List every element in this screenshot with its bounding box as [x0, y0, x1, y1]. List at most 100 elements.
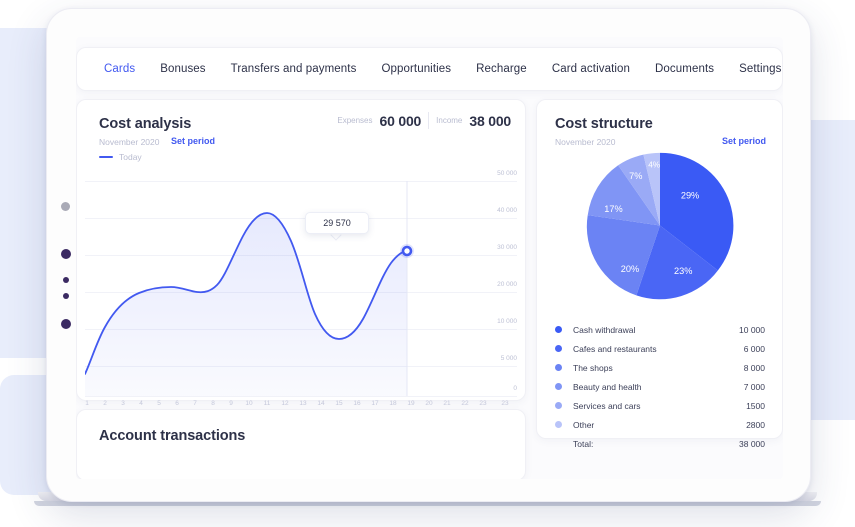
chart-area-fill [85, 213, 407, 396]
cost-analysis-period: November 2020 [99, 137, 160, 147]
pie-label-4: 4% [648, 160, 661, 169]
list-item[interactable]: Other 2800 [555, 415, 765, 434]
nav-item-opportunities[interactable]: Opportunities [381, 63, 451, 75]
legend-color-dot [555, 383, 562, 390]
legend-color-dot [555, 421, 562, 428]
nav-item-bonuses[interactable]: Bonuses [160, 63, 205, 75]
legend-item-label: Other [573, 419, 595, 430]
legend-total-value: 38 000 [739, 438, 765, 449]
legend-item-value: 6 000 [743, 343, 765, 354]
y-axis-tick: 50 000 [497, 170, 517, 177]
legend-item-label: Cafes and restaurants [573, 343, 657, 354]
side-button-dot-4[interactable] [63, 293, 69, 299]
pie-label-17: 17% [604, 204, 622, 214]
cost-analysis-set-period-button[interactable]: Set period [171, 136, 215, 146]
cost-structure-period: November 2020 [555, 137, 616, 147]
legend-item-label: Cash withdrawal [573, 324, 636, 335]
cost-structure-title: Cost structure [555, 116, 653, 132]
gridline [85, 396, 517, 397]
tablet-device-frame: Cards Bonuses Transfers and payments Opp… [46, 8, 811, 502]
x-axis-tick: 2 [103, 400, 107, 407]
x-axis-tick: 19 [407, 400, 415, 407]
pie-label-7: 7% [629, 171, 642, 181]
main-navigation: Cards Bonuses Transfers and payments Opp… [76, 47, 783, 91]
list-item[interactable]: Services and cars 1500 [555, 396, 765, 415]
nav-item-settings[interactable]: Settings [739, 63, 781, 75]
side-button-dot-5[interactable] [61, 319, 71, 329]
legend-color-dot [555, 326, 562, 333]
x-axis-tick: 13 [299, 400, 307, 407]
nav-item-recharge[interactable]: Recharge [476, 63, 527, 75]
x-axis-tick: 7 [193, 400, 197, 407]
pie-label-29: 29% [681, 190, 699, 200]
side-button-dot-2[interactable] [61, 249, 71, 259]
pie-svg: 29% 23% 20% 17% 7% 4% [586, 152, 734, 300]
list-item[interactable]: Beauty and health 7 000 [555, 377, 765, 396]
list-item[interactable]: The shops 8 000 [555, 358, 765, 377]
legend-color-dot [555, 402, 562, 409]
legend-item-label: Beauty and health [573, 381, 642, 392]
chart-point-marker[interactable] [401, 245, 413, 257]
expenses-value: 60 000 [379, 112, 422, 129]
nav-item-documents[interactable]: Documents [655, 63, 714, 75]
pie-label-20: 20% [621, 264, 639, 274]
x-axis-tick: 20 [425, 400, 433, 407]
legend-total-label: Total: [573, 438, 594, 449]
cost-analysis-card: Cost analysis November 2020 Set period E… [76, 99, 526, 407]
x-axis-tick: 15 [335, 400, 343, 407]
account-transactions-title: Account transactions [99, 428, 246, 444]
account-transactions-card: Account transactions [76, 409, 526, 479]
x-axis-tick: 16 [353, 400, 361, 407]
legend-item-label: Services and cars [573, 400, 641, 411]
legend-item-label: The shops [573, 362, 613, 373]
x-axis-tick: 23 [501, 400, 509, 407]
x-axis-tick: 4 [139, 400, 143, 407]
cost-structure-pie-chart: 29% 23% 20% 17% 7% 4% [555, 148, 765, 303]
x-axis-tick: 17 [371, 400, 379, 407]
x-axis-tick: 21 [443, 400, 451, 407]
list-item[interactable]: Cash withdrawal 10 000 [555, 320, 765, 339]
chart-legend: Today [99, 152, 142, 162]
legend-item-value: 7 000 [743, 381, 765, 392]
cost-analysis-title: Cost analysis [99, 116, 192, 132]
x-axis-tick: 3 [121, 400, 125, 407]
income-label: Income [436, 116, 463, 125]
list-item[interactable]: Cafes and restaurants 6 000 [555, 339, 765, 358]
pie-label-23: 23% [674, 266, 692, 276]
nav-item-cards[interactable]: Cards [104, 63, 135, 75]
x-axis-tick: 8 [211, 400, 215, 407]
x-axis-tick: 11 [263, 400, 271, 407]
nav-item-transfers-and-payments[interactable]: Transfers and payments [231, 63, 357, 75]
side-button-dot-3[interactable] [63, 277, 69, 283]
expenses-label: Expenses [337, 116, 373, 125]
x-axis-tick: 12 [281, 400, 289, 407]
x-axis-tick: 1 [85, 400, 89, 407]
x-axis-tick: 10 [245, 400, 253, 407]
legend-item-value: 1500 [746, 400, 765, 411]
x-axis-tick: 9 [229, 400, 233, 407]
legend-label-today: Today [119, 152, 142, 162]
stats-divider [428, 112, 430, 129]
legend-item-value: 10 000 [739, 324, 765, 335]
x-axis-tick: 5 [157, 400, 161, 407]
income-value: 38 000 [469, 112, 511, 129]
chart-tooltip: 29 570 [305, 212, 369, 234]
tablet-screen: Cards Bonuses Transfers and payments Opp… [76, 37, 783, 479]
legend-color-dot [555, 345, 562, 352]
x-axis-tick: 22 [461, 400, 469, 407]
x-axis-tick: 6 [175, 400, 179, 407]
x-axis-tick: 14 [317, 400, 325, 407]
x-axis-tick: 23 [479, 400, 487, 407]
cost-structure-set-period-button[interactable]: Set period [722, 136, 766, 146]
cost-analysis-line-chart [85, 181, 414, 396]
x-axis-tick: 18 [389, 400, 397, 407]
legend-color-dot [555, 364, 562, 371]
legend-item-value: 8 000 [743, 362, 765, 373]
legend-total-row: Total: 38 000 [555, 434, 765, 453]
side-button-dot-1[interactable] [61, 202, 70, 211]
cost-structure-card: Cost structure November 2020 Set period … [536, 99, 783, 449]
nav-item-card-activation[interactable]: Card activation [552, 63, 630, 75]
cost-analysis-stats: Expenses 60 000 Income 38 000 [337, 112, 511, 129]
legend-item-value: 2800 [746, 419, 765, 430]
legend-line-icon [99, 156, 113, 158]
